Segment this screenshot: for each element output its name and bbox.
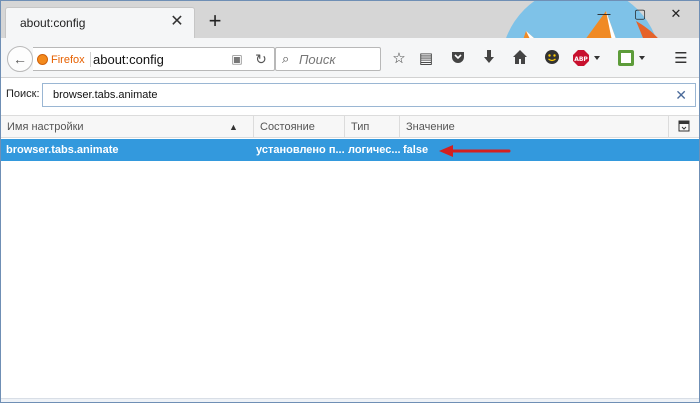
column-header-name[interactable]: Имя настройки ▲ bbox=[1, 116, 254, 138]
config-search-value[interactable]: browser.tabs.animate bbox=[53, 89, 158, 101]
emoji-addon-icon[interactable] bbox=[542, 49, 562, 69]
firefox-theme-art bbox=[506, 1, 658, 38]
tab-about-config[interactable]: about:config ✕ bbox=[5, 7, 195, 38]
identity-label: Firefox bbox=[51, 53, 85, 66]
web-search-input[interactable]: ⌕ Поиск bbox=[275, 47, 381, 71]
hamburger-menu-icon[interactable]: ☰ bbox=[671, 49, 691, 69]
url-bar[interactable]: Firefox about:config ▣ ↻ bbox=[33, 47, 275, 71]
bookmark-star-icon[interactable]: ☆ bbox=[389, 49, 409, 69]
annotation-arrow-icon bbox=[439, 145, 511, 157]
minimize-icon[interactable]: — bbox=[593, 5, 615, 23]
column-status-label: Состояние bbox=[260, 121, 315, 133]
firefox-logo-icon bbox=[37, 54, 48, 65]
column-header-value[interactable]: Значение bbox=[400, 116, 669, 138]
back-arrow-icon[interactable]: ← bbox=[7, 46, 33, 72]
column-value-label: Значение bbox=[406, 121, 455, 133]
adblock-label: ABP bbox=[574, 56, 588, 63]
column-header-status[interactable]: Состояние bbox=[254, 116, 345, 138]
translate-addon-icon[interactable] bbox=[616, 49, 648, 69]
home-icon[interactable] bbox=[510, 49, 530, 69]
navigation-toolbar: ← Firefox about:config ▣ ↻ ⌕ Поиск ☆ ▤ A… bbox=[1, 38, 699, 78]
config-search-row: Поиск: browser.tabs.animate ✕ bbox=[1, 79, 699, 111]
download-icon[interactable] bbox=[479, 49, 499, 69]
pref-status: установлено п... bbox=[256, 144, 344, 156]
reload-icon[interactable]: ↻ bbox=[253, 51, 269, 67]
column-picker-icon[interactable] bbox=[677, 120, 691, 134]
column-header-type[interactable]: Тип bbox=[345, 116, 400, 138]
new-tab-icon[interactable]: + bbox=[204, 10, 226, 33]
window-close-icon[interactable]: ✕ bbox=[665, 5, 687, 23]
adblock-plus-icon[interactable]: ABP bbox=[571, 49, 603, 69]
tab-strip: about:config ✕ + — ▢ ✕ bbox=[1, 1, 699, 38]
preferences-table-header: Имя настройки ▲ Состояние Тип Значение bbox=[1, 115, 699, 138]
search-icon: ⌕ bbox=[282, 51, 290, 66]
url-text[interactable]: about:config bbox=[93, 52, 164, 67]
column-type-label: Тип bbox=[351, 121, 370, 133]
identity-box[interactable]: Firefox bbox=[37, 52, 91, 67]
pref-name: browser.tabs.animate bbox=[6, 144, 119, 156]
tab-close-icon[interactable]: ✕ bbox=[168, 13, 186, 31]
search-placeholder: Поиск bbox=[299, 52, 336, 67]
column-name-label: Имя настройки bbox=[7, 121, 84, 133]
sort-ascending-icon: ▲ bbox=[229, 122, 238, 132]
tab-title: about:config bbox=[20, 16, 86, 30]
browser-window: about:config ✕ + — ▢ ✕ ← Firefox about:c… bbox=[0, 0, 700, 403]
config-search-label: Поиск: bbox=[6, 88, 40, 100]
config-search-input[interactable]: browser.tabs.animate ✕ bbox=[42, 83, 696, 107]
page-info-icon[interactable]: ▣ bbox=[230, 52, 244, 66]
clear-search-icon[interactable]: ✕ bbox=[675, 87, 687, 103]
pref-type: логичес... bbox=[348, 144, 400, 156]
maximize-icon[interactable]: ▢ bbox=[629, 5, 651, 23]
bottom-edge bbox=[1, 398, 699, 402]
pocket-icon[interactable] bbox=[448, 49, 468, 69]
reading-list-icon[interactable]: ▤ bbox=[416, 49, 436, 69]
table-row[interactable]: browser.tabs.animate установлено п... ло… bbox=[1, 139, 699, 161]
